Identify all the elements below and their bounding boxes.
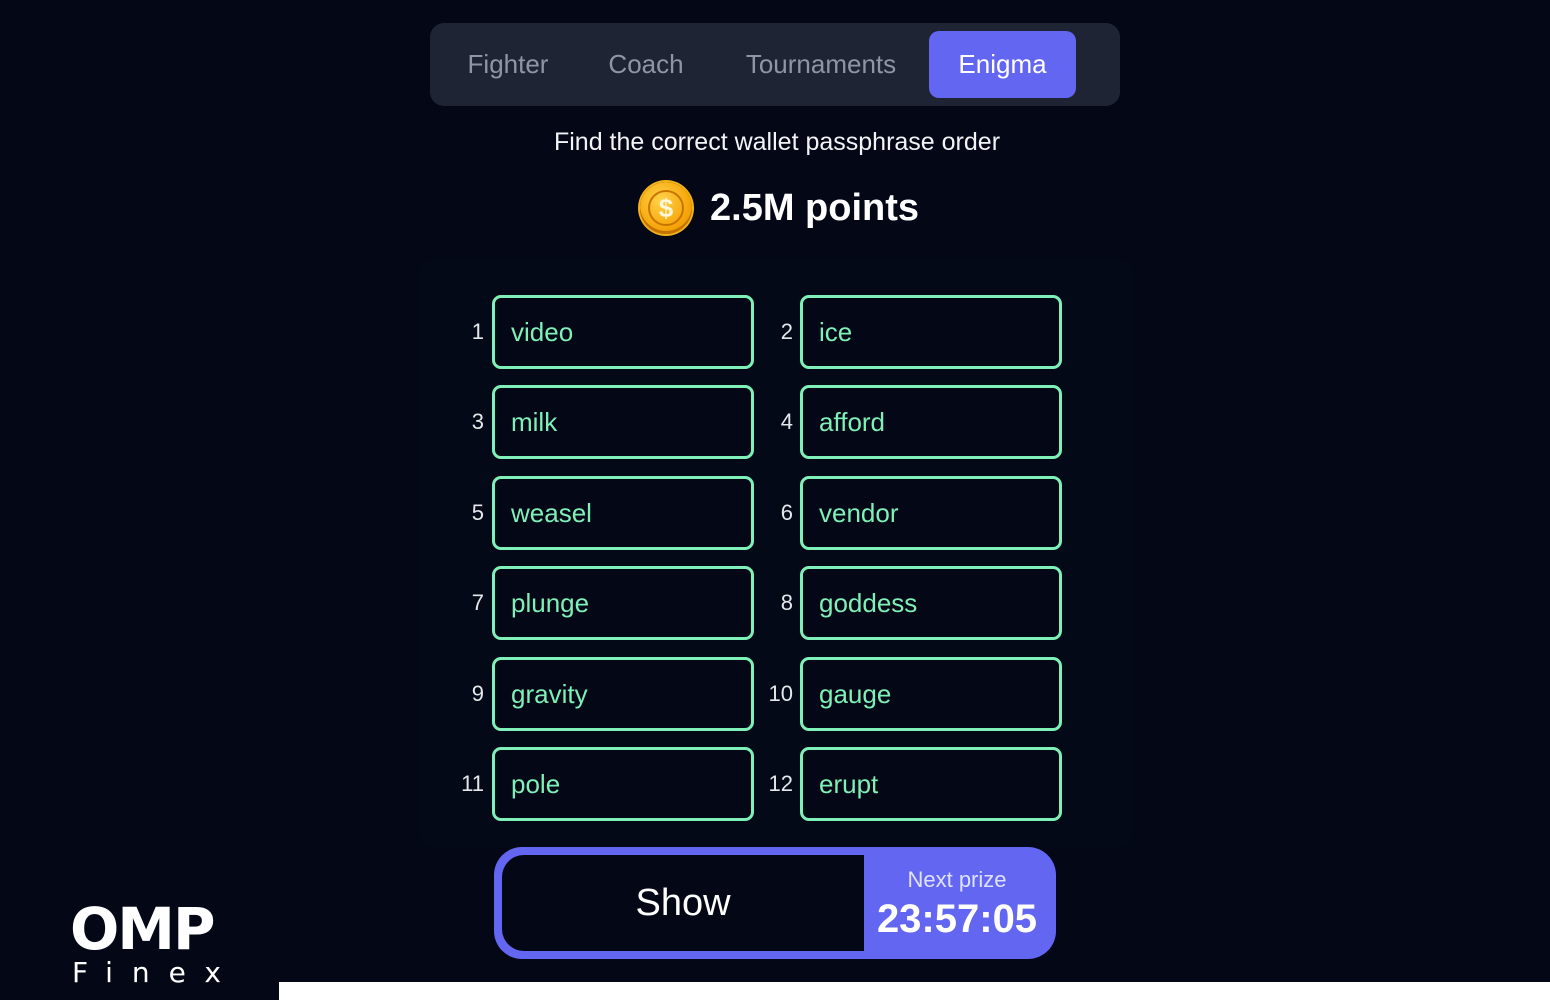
word-slot[interactable]: video <box>492 295 754 369</box>
word-slot[interactable]: gravity <box>492 657 754 731</box>
show-button[interactable]: Show <box>502 855 864 951</box>
word-slot[interactable]: milk <box>492 385 754 459</box>
word-slot[interactable]: gauge <box>800 657 1062 731</box>
next-prize-label: Next prize <box>907 867 1007 892</box>
word-slot[interactable]: pole <box>492 747 754 821</box>
word-slot[interactable]: goddess <box>800 566 1062 640</box>
word-number: 11 <box>461 771 484 796</box>
word-number: 5 <box>471 500 484 525</box>
word-number: 8 <box>780 590 793 615</box>
word-slot[interactable]: vendor <box>800 476 1062 550</box>
page-subtitle: Find the correct wallet passphrase order <box>553 128 1001 156</box>
logo-wordmark: OMP <box>70 895 216 963</box>
tab-enigma[interactable]: Enigma <box>929 31 1076 98</box>
word-number: 4 <box>780 409 793 434</box>
word-slot[interactable]: ice <box>800 295 1062 369</box>
word-number: 10 <box>768 681 793 706</box>
bottom-strip <box>279 982 1550 1000</box>
word-number: 1 <box>471 319 484 344</box>
word-number: 3 <box>471 409 484 434</box>
tab-coach[interactable]: Coach <box>588 31 704 98</box>
word-number: 7 <box>471 590 484 615</box>
points-reward: $ 2.5M points <box>640 180 919 236</box>
dollar-icon: $ <box>648 190 684 226</box>
tab-tournaments[interactable]: Tournaments <box>726 31 916 98</box>
points-amount: 2.5M points <box>710 186 920 229</box>
logo-subtext: Finex <box>72 956 240 989</box>
word-slot[interactable]: plunge <box>492 566 754 640</box>
coin-icon: $ <box>640 182 692 234</box>
countdown-timer: 23:57:05 <box>876 897 1038 941</box>
word-number: 2 <box>780 319 793 344</box>
tab-bar: Fighter Coach Tournaments Enigma <box>430 23 1120 106</box>
action-bar: Show Next prize 23:57:05 <box>494 847 1056 959</box>
word-slot[interactable]: weasel <box>492 476 754 550</box>
word-number: 12 <box>768 771 793 796</box>
brand-logo: OMP Finex <box>70 900 240 989</box>
word-slot[interactable]: afford <box>800 385 1062 459</box>
tab-fighter[interactable]: Fighter <box>448 31 568 98</box>
word-number: 9 <box>471 681 484 706</box>
word-slot[interactable]: erupt <box>800 747 1062 821</box>
word-number: 6 <box>780 500 793 525</box>
